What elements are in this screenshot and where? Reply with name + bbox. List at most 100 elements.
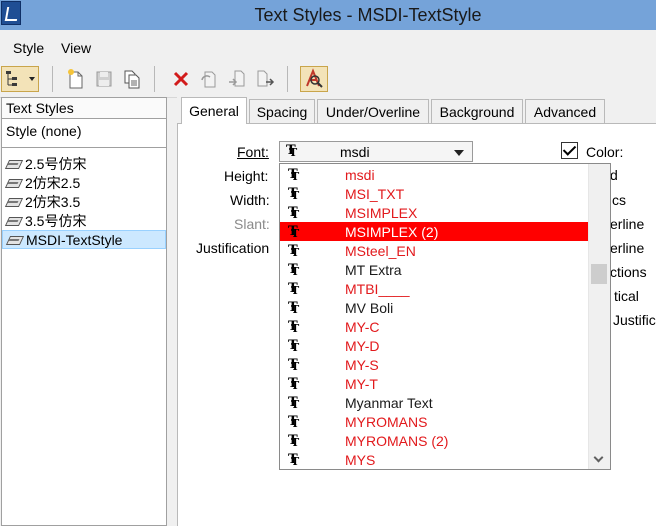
dropdown-item[interactable]: T T Myanmar Text [280, 393, 589, 412]
copy-button[interactable] [120, 66, 144, 92]
tab-background[interactable]: Background [431, 99, 523, 123]
new-style-button[interactable] [64, 66, 88, 92]
match-text-style-button[interactable] [300, 66, 328, 92]
dropdown-item-label: MYROMANS (2) [345, 433, 449, 449]
reset-button[interactable] [197, 66, 221, 92]
dropdown-item[interactable]: T T msdi [280, 165, 589, 184]
text-style-icon [6, 196, 21, 207]
dropdown-item[interactable]: T T MYS [280, 450, 589, 469]
list-item[interactable]: 2仿宋3.5 [2, 192, 166, 211]
dropdown-item[interactable]: T T MV Boli [280, 298, 589, 317]
dropdown-item-label: MY-S [345, 357, 379, 373]
dropdown-item-selected[interactable]: T T MSIMPLEX (2) [280, 222, 589, 241]
dropdown-item-label: MYROMANS [345, 414, 428, 430]
text-style-icon [6, 177, 21, 188]
justification-label: Justification [196, 240, 270, 256]
truetype-font-icon: TT [288, 414, 300, 430]
copy-icon [124, 70, 140, 89]
tab-advanced[interactable]: Advanced [525, 99, 605, 123]
dropdown-item[interactable]: T T MTBI____ [280, 279, 589, 298]
truetype-font-icon: TT [288, 357, 300, 373]
list-item[interactable]: 2仿宋2.5 [2, 173, 166, 192]
dropdown-item[interactable]: T T MT Extra [280, 260, 589, 279]
style-none-item[interactable]: Style (none) [2, 119, 166, 145]
truetype-font-icon: TT [288, 205, 300, 221]
truetype-font-icon: TT [288, 262, 300, 278]
dropdown-item[interactable]: T T MY-C [280, 317, 589, 336]
dropdown-item[interactable]: T T MSIMPLEX [280, 203, 589, 222]
delete-button[interactable] [169, 66, 193, 92]
partial-label: ctions [610, 264, 647, 280]
dropdown-item-label: MY-D [345, 338, 380, 354]
dropdown-item-label: MYS [345, 452, 376, 468]
tab-general[interactable]: General [181, 97, 247, 124]
truetype-font-icon: TT [288, 300, 300, 316]
dropdown-item-label: MSteel_EN [345, 243, 416, 259]
reset-icon [201, 71, 216, 88]
toolbar [0, 60, 656, 98]
partial-label: cs [612, 192, 626, 208]
height-label: Height: [224, 168, 269, 184]
truetype-font-icon: TT [288, 433, 300, 449]
slant-label: Slant: [234, 216, 270, 232]
menu-bar: Style View [0, 30, 656, 60]
dropdown-item-label: MSIMPLEX [345, 205, 418, 221]
save-button[interactable] [92, 66, 116, 92]
scroll-down-icon[interactable] [593, 452, 604, 463]
partial-label: erline [610, 240, 645, 256]
color-label: Color: [586, 144, 624, 160]
truetype-font-icon: TT [288, 186, 300, 202]
text-style-icon [6, 158, 21, 169]
font-combobox-value: msdi [340, 144, 370, 160]
save-icon [96, 71, 112, 87]
list-item-selected[interactable]: MSDI-TextStyle [2, 230, 166, 249]
dropdown-item[interactable]: T T MY-T [280, 374, 589, 393]
dropdown-item[interactable]: T T MYROMANS [280, 412, 589, 431]
list-item[interactable]: 2.5号仿宋 [2, 154, 166, 173]
dropdown-item-label: Myanmar Text [345, 395, 433, 411]
truetype-font-icon: TT [288, 167, 300, 183]
tab-under-overline[interactable]: Under/Overline [317, 99, 429, 123]
hierarchy-dropdown-button[interactable] [1, 66, 39, 92]
dropdown-item-label: MY-C [345, 319, 380, 335]
list-item-label: 2.5号仿宋 [25, 155, 87, 172]
truetype-font-icon: TT [288, 395, 300, 411]
partial-label: erline [610, 216, 645, 232]
dropdown-item-label: MT Extra [345, 262, 402, 278]
dropdown-item-label: MTBI____ [345, 281, 410, 297]
text-style-icon [7, 234, 22, 245]
export-button[interactable] [253, 66, 277, 92]
dropdown-item[interactable]: T T MYROMANS (2) [280, 431, 589, 450]
hierarchy-dropdown-icon [6, 71, 35, 86]
dropdown-scrollbar[interactable] [588, 164, 610, 469]
text-style-icon [6, 215, 21, 226]
list-item[interactable]: 3.5号仿宋 [2, 211, 166, 230]
font-dropdown-list[interactable]: T Tmsdi T T MSI_TXT T T MSIMPLEX T T MSIMPLEX (2) T… [279, 163, 611, 470]
width-label: Width: [230, 192, 270, 208]
dropdown-item[interactable]: T T MY-S [280, 355, 589, 374]
dropdown-item-label: MV Boli [345, 300, 394, 316]
dropdown-item-label: MSIMPLEX (2) [345, 224, 439, 240]
scrollbar-thumb[interactable] [591, 264, 607, 284]
truetype-font-icon: TT [288, 243, 300, 259]
font-combobox[interactable]: TT msdi [279, 141, 473, 162]
menu-view[interactable]: View [61, 40, 91, 56]
font-label: Font: [237, 144, 269, 160]
import-button[interactable] [225, 66, 249, 92]
truetype-font-icon: TT [288, 338, 300, 354]
dropdown-item-label: MSI_TXT [345, 186, 405, 202]
list-item-label: 2仿宋3.5 [25, 193, 81, 210]
chevron-down-icon[interactable] [454, 150, 464, 156]
dropdown-item[interactable]: T T MSteel_EN [280, 241, 589, 260]
truetype-font-icon: TT [288, 281, 300, 297]
dropdown-item[interactable]: T T MSI_TXT [280, 184, 589, 203]
menu-style[interactable]: Style [13, 40, 44, 56]
dropdown-item[interactable]: T T MY-D [280, 336, 589, 355]
dropdown-item-label: MY-T [345, 376, 378, 392]
color-checkbox[interactable] [561, 142, 578, 159]
truetype-font-icon: TT [288, 319, 300, 335]
tab-spacing[interactable]: Spacing [249, 99, 315, 123]
truetype-font-icon: TT [286, 143, 298, 159]
list-item-label: MSDI-TextStyle [26, 231, 123, 248]
partial-label: tical [614, 288, 639, 304]
